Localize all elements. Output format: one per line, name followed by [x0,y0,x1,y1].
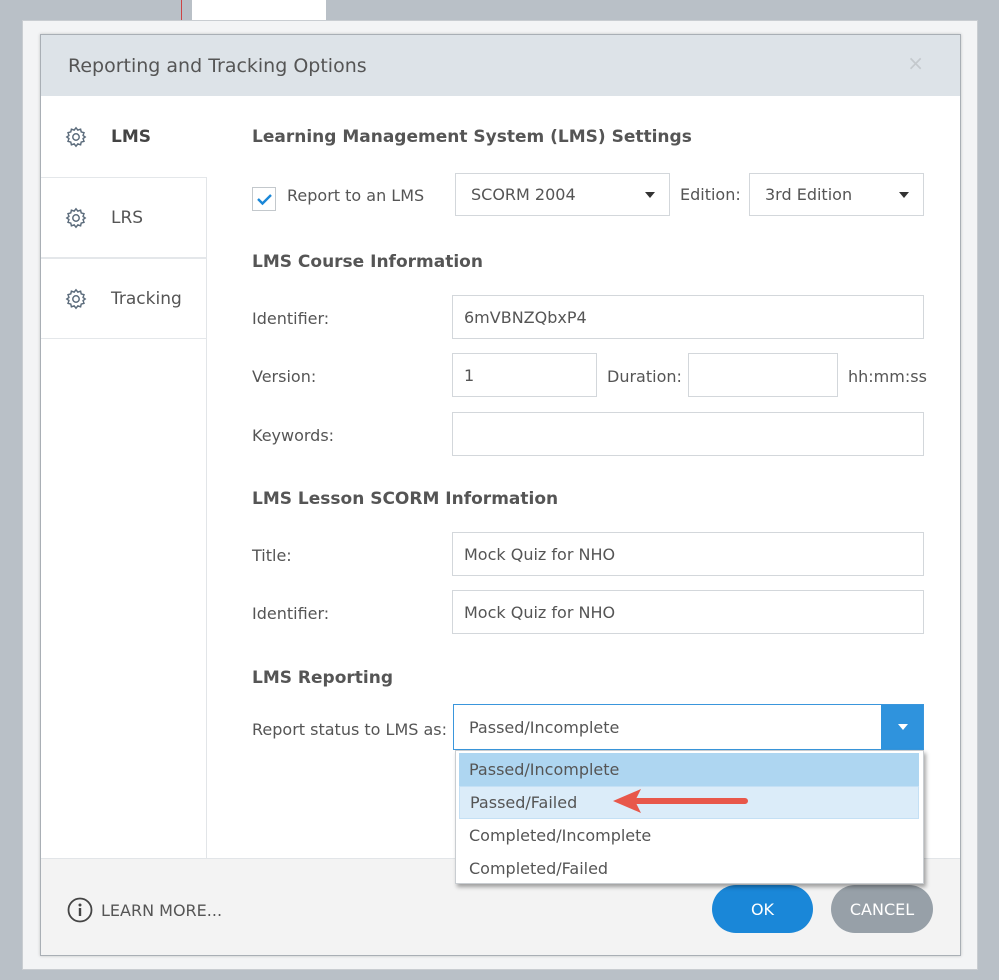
report-to-lms-checkbox[interactable] [252,187,276,211]
lms-standard-value: SCORM 2004 [471,185,576,204]
keywords-label: Keywords: [252,426,335,445]
sidebar-item-tracking[interactable]: Tracking [41,258,207,339]
reporting-tracking-dialog: Reporting and Tracking Options × LMS LRS… [40,34,961,956]
report-to-lms-label: Report to an LMS [287,186,425,205]
dialog-title: Reporting and Tracking Options [68,55,367,77]
gear-icon [65,126,87,147]
background-window [192,0,326,20]
background-marker [181,0,182,20]
report-status-select[interactable]: Passed/Incomplete [453,704,924,750]
lms-standard-select[interactable]: SCORM 2004 [455,173,670,216]
lesson-title-label: Title: [252,546,292,565]
version-label: Version: [252,367,317,386]
chevron-down-icon [899,192,909,198]
close-icon[interactable]: × [907,51,924,75]
edition-select[interactable]: 3rd Edition [749,173,924,216]
option-completed-failed[interactable]: Completed/Failed [459,852,919,885]
learn-more-link[interactable]: LEARN MORE... [67,897,222,923]
dropdown-button[interactable] [881,705,923,749]
ok-button[interactable]: OK [712,885,813,933]
option-passed-incomplete[interactable]: Passed/Incomplete [459,753,919,786]
gear-icon [65,288,87,309]
cancel-button[interactable]: CANCEL [831,885,933,933]
red-arrow-annotation [613,789,748,813]
duration-label: Duration: [607,367,682,386]
lesson-identifier-input[interactable]: Mock Quiz for NHO [452,590,924,634]
lesson-title-input[interactable]: Mock Quiz for NHO [452,532,924,576]
sidebar-item-lms[interactable]: LMS [41,96,207,177]
course-identifier-label: Identifier: [252,309,330,328]
lms-settings-heading: Learning Management System (LMS) Setting… [252,127,692,147]
option-completed-incomplete[interactable]: Completed/Incomplete [459,819,919,852]
report-status-value: Passed/Incomplete [469,717,620,737]
sidebar: LMS LRS Tracking [41,96,207,858]
report-status-options: Passed/Incomplete Passed/Failed Complete… [455,750,924,884]
keywords-input[interactable] [452,412,924,456]
edition-label: Edition: [680,185,741,204]
sidebar-item-label: LMS [111,126,151,147]
sidebar-item-label: LRS [111,207,144,228]
report-status-label: Report status to LMS as: [252,720,448,739]
course-info-heading: LMS Course Information [252,252,483,272]
sidebar-item-lrs[interactable]: LRS [41,177,207,258]
duration-input[interactable] [688,353,838,397]
duration-unit-label: hh:mm:ss [848,367,927,386]
info-icon [67,897,93,923]
edition-value: 3rd Edition [765,185,853,204]
gear-icon [65,207,87,228]
dialog-header: Reporting and Tracking Options × [41,35,960,96]
learn-more-label: LEARN MORE... [101,900,223,920]
chevron-down-icon [645,192,655,198]
version-input[interactable]: 1 [452,353,597,397]
course-identifier-input[interactable]: 6mVBNZQbxP4 [452,295,924,339]
lesson-info-heading: LMS Lesson SCORM Information [252,489,559,509]
sidebar-item-label: Tracking [111,288,182,309]
lesson-identifier-label: Identifier: [252,604,330,623]
chevron-down-icon [898,724,908,730]
checkmark-icon [257,194,272,206]
lms-reporting-heading: LMS Reporting [252,668,393,688]
